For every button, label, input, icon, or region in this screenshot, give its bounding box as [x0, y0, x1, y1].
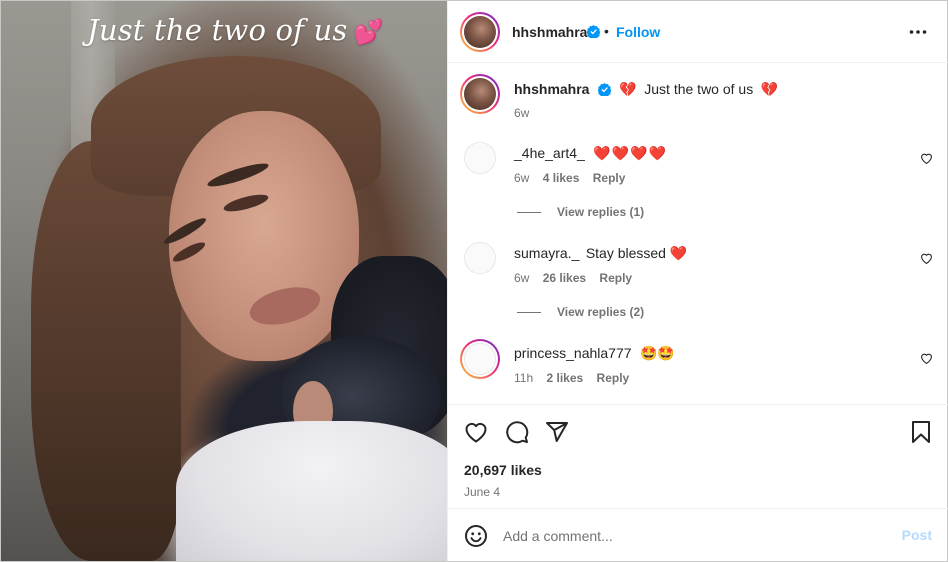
- caption-emoji-prefix: 💔: [619, 82, 637, 98]
- caption-age: 6w: [514, 106, 530, 120]
- comment-username[interactable]: princess_nahla777: [514, 345, 632, 361]
- add-comment-bar: Post: [448, 508, 948, 561]
- comment-username[interactable]: sumayra._: [514, 245, 579, 261]
- view-replies-button[interactable]: View replies (2): [517, 305, 644, 319]
- caption-author-username[interactable]: hhshmahra: [514, 81, 589, 97]
- bookmark-icon[interactable]: [911, 420, 931, 444]
- comment-text: ❤️❤️❤️❤️: [593, 146, 668, 162]
- comment-meta: 6w 26 likes Reply: [514, 271, 642, 285]
- photo-caption-text: Just the two of us: [87, 13, 348, 47]
- comment-heart-icon[interactable]: [920, 252, 933, 264]
- photo-hair: [31, 141, 181, 561]
- commenter-avatar[interactable]: [464, 142, 496, 174]
- comment-input[interactable]: [503, 525, 883, 547]
- author-username[interactable]: hhshmahra: [512, 24, 587, 40]
- comment-heart-icon[interactable]: [920, 152, 933, 164]
- post-header: hhshmahra • Follow: [448, 1, 948, 63]
- comment-likes[interactable]: 2 likes: [546, 371, 583, 385]
- comment-age: 6w: [514, 271, 530, 285]
- view-replies-label: View replies (1): [557, 205, 645, 219]
- comment-row: _4he_art4_ ❤️❤️❤️❤️: [514, 145, 667, 163]
- comment-username[interactable]: _4he_art4_: [514, 145, 585, 161]
- comment-age: 6w: [514, 171, 530, 185]
- caption-author-avatar[interactable]: [460, 74, 500, 114]
- comment-age: 11h: [514, 371, 534, 385]
- author-avatar[interactable]: [460, 12, 500, 52]
- comment-icon[interactable]: [505, 420, 529, 444]
- follow-button[interactable]: Follow: [616, 24, 660, 40]
- commenter-avatar[interactable]: [464, 242, 496, 274]
- photo-caption-emoji: 💕: [353, 18, 384, 46]
- comment-likes[interactable]: 26 likes: [543, 271, 586, 285]
- post-date[interactable]: June 4: [464, 485, 500, 499]
- comment-text: Stay blessed ❤️: [585, 245, 688, 261]
- comment-row: princess_nahla777 🤩🤩: [514, 345, 675, 363]
- comment-meta: 6w 4 likes Reply: [514, 171, 635, 185]
- comment-meta: 11h 2 likes Reply: [514, 371, 639, 385]
- caption-text: Just the two of us: [644, 81, 754, 97]
- reply-button[interactable]: Reply: [597, 371, 630, 385]
- header-separator: •: [604, 23, 609, 39]
- comment-text: 🤩🤩: [639, 346, 675, 362]
- photo-blanket: [176, 421, 447, 561]
- comment-row: sumayra._ Stay blessed ❤️: [514, 245, 687, 263]
- post-photo[interactable]: Just the two of us 💕: [1, 1, 447, 561]
- heart-icon[interactable]: [464, 421, 488, 443]
- commenter-avatar[interactable]: [460, 339, 500, 379]
- verified-badge-icon: [587, 25, 600, 38]
- post-details-panel: hhshmahra • Follow hhshmahra 💔 Just the …: [447, 1, 948, 561]
- likes-count[interactable]: 20,697 likes: [464, 462, 542, 478]
- verified-badge-icon: [597, 83, 611, 97]
- emoji-icon[interactable]: [464, 524, 488, 548]
- share-icon[interactable]: [545, 420, 569, 444]
- view-replies-button[interactable]: View replies (1): [517, 205, 644, 219]
- comment-heart-icon[interactable]: [920, 352, 933, 364]
- post-comment-button[interactable]: Post: [902, 527, 932, 543]
- post-actions: 20,697 likes June 4: [448, 404, 948, 509]
- caption-emoji-suffix: 💔: [760, 82, 779, 98]
- more-options-icon[interactable]: [909, 29, 927, 35]
- view-replies-label: View replies (2): [557, 305, 645, 319]
- photo-caption: Just the two of us 💕: [87, 13, 384, 47]
- caption-row: hhshmahra 💔 Just the two of us 💔: [514, 81, 778, 99]
- comment-likes[interactable]: 4 likes: [543, 171, 580, 185]
- reply-button[interactable]: Reply: [599, 271, 632, 285]
- reply-button[interactable]: Reply: [593, 171, 626, 185]
